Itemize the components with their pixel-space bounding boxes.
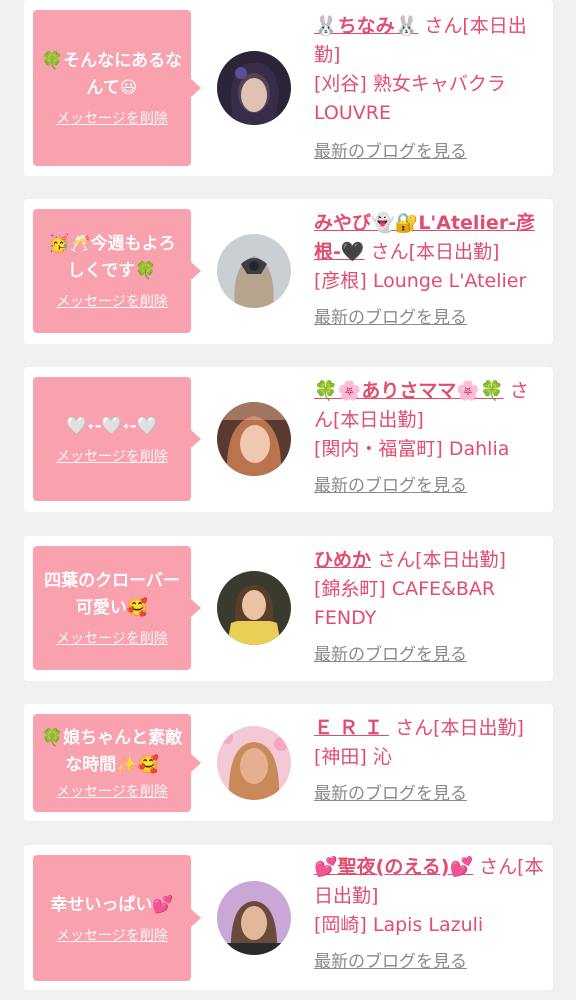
message-list: 🍀そんなにあるな んて😃 メッセージを削除 🐰ちなみ🐰 さん[本日出勤] [刈谷… — [0, 0, 576, 1000]
list-item: 幸せいっぱい💕 メッセージを削除 💕聖夜(のえる)💕 さん[本日出勤] [岡崎]… — [24, 845, 553, 990]
view-blog-link[interactable]: 最新のブログを見る — [314, 948, 544, 977]
message-bubble: 四葉のクローバー 可愛い🥰 メッセージを削除 — [33, 546, 201, 670]
avatar[interactable] — [217, 402, 291, 476]
cast-name-link[interactable]: ひめか — [314, 549, 371, 571]
list-item: 🍀娘ちゃんと素敵 な時間✨🥰 メッセージを削除 ＥＲＩ さん[本日出勤] [神田… — [24, 704, 553, 821]
avatar-image — [217, 881, 291, 955]
delete-message-link[interactable]: メッセージを削除 — [56, 291, 168, 311]
view-blog-link[interactable]: 最新のブログを見る — [314, 780, 544, 809]
view-blog-link[interactable]: 最新のブログを見る — [314, 641, 544, 670]
message-text: 🍀そんなにあるな んて😃 — [41, 51, 183, 98]
cast-info: 🐰ちなみ🐰 さん[本日出勤] [刈谷] 熟女キャバクラLOUVRE 最新のブログ… — [314, 12, 544, 167]
delete-message-link[interactable]: メッセージを削除 — [56, 446, 168, 466]
avatar-image — [217, 51, 291, 125]
cast-info: 🍀🌸ありさママ🌸🍀 さん[本日出勤] [関内・福富町] Dahlia 最新のブロ… — [314, 377, 544, 501]
view-blog-link[interactable]: 最新のブログを見る — [314, 304, 544, 333]
delete-message-link[interactable]: メッセージを削除 — [56, 781, 168, 801]
message-bubble: 🤍˖-🤍˖-🤍 メッセージを削除 — [33, 377, 201, 501]
cast-status: さん[本日出勤] — [377, 549, 506, 571]
delete-message-link[interactable]: メッセージを削除 — [56, 925, 168, 945]
delete-message-link[interactable]: メッセージを削除 — [56, 108, 168, 128]
list-item: 🥳🥂今週もよろ しくです🍀 メッセージを削除 みやび👻🔐L'Atelier-彦根… — [24, 199, 553, 344]
shop-location: [錦糸町] CAFE&BAR FENDY — [314, 578, 496, 629]
shop-location: [彦根] Lounge L'Atelier — [314, 270, 527, 292]
avatar[interactable] — [217, 51, 291, 125]
avatar-image — [217, 234, 291, 308]
message-text: 🍀娘ちゃんと素敵 な時間✨🥰 — [41, 728, 183, 775]
avatar[interactable] — [217, 881, 291, 955]
shop-location: [関内・福富町] Dahlia — [314, 438, 510, 460]
view-blog-link[interactable]: 最新のブログを見る — [314, 138, 544, 167]
cast-status: さん[本日出勤] — [370, 241, 500, 263]
list-item: 🤍˖-🤍˖-🤍 メッセージを削除 🍀🌸ありさママ🌸🍀 さん[本日出勤] [関内・… — [24, 367, 553, 512]
message-bubble: 幸せいっぱい💕 メッセージを削除 — [33, 855, 201, 981]
message-bubble: 🍀そんなにあるな んて😃 メッセージを削除 — [33, 10, 201, 166]
cast-info: 💕聖夜(のえる)💕 さん[本日出勤] [岡崎] Lapis Lazuli 最新の… — [314, 853, 544, 977]
message-text: 🥳🥂今週もよろ しくです🍀 — [48, 234, 176, 281]
shop-location: [刈谷] 熟女キャバクラLOUVRE — [314, 73, 506, 124]
avatar[interactable] — [217, 726, 291, 800]
cast-name-link[interactable]: 💕聖夜(のえる)💕 — [314, 856, 473, 878]
cast-info: ＥＲＩ さん[本日出勤] [神田] 沁 最新のブログを見る — [314, 714, 544, 809]
cast-info: みやび👻🔐L'Atelier-彦根-🖤 さん[本日出勤] [彦根] Lounge… — [314, 209, 544, 333]
view-blog-link[interactable]: 最新のブログを見る — [314, 472, 544, 501]
message-bubble: 🥳🥂今週もよろ しくです🍀 メッセージを削除 — [33, 209, 201, 333]
avatar[interactable] — [217, 234, 291, 308]
cast-info: ひめか さん[本日出勤] [錦糸町] CAFE&BAR FENDY 最新のブログ… — [314, 546, 544, 670]
cast-status: さん[本日出勤] — [395, 717, 524, 739]
shop-location: [神田] 沁 — [314, 746, 392, 768]
avatar-image — [217, 402, 291, 476]
delete-message-link[interactable]: メッセージを削除 — [56, 628, 168, 648]
avatar-image — [217, 726, 291, 800]
message-bubble: 🍀娘ちゃんと素敵 な時間✨🥰 メッセージを削除 — [33, 714, 201, 812]
message-text: 🤍˖-🤍˖-🤍 — [66, 415, 158, 436]
cast-name-link[interactable]: ＥＲＩ — [314, 717, 389, 739]
message-text: 幸せいっぱい💕 — [50, 894, 174, 915]
list-item: 四葉のクローバー 可愛い🥰 メッセージを削除 ひめか さん[本日出勤] [錦糸町… — [24, 536, 553, 681]
cast-name-link[interactable]: 🐰ちなみ🐰 — [314, 15, 418, 37]
message-text: 四葉のクローバー 可愛い🥰 — [44, 571, 180, 618]
shop-location: [岡崎] Lapis Lazuli — [314, 914, 484, 936]
avatar[interactable] — [217, 571, 291, 645]
avatar-image — [217, 571, 291, 645]
cast-name-link[interactable]: 🍀🌸ありさママ🌸🍀 — [314, 380, 504, 402]
list-item: 🍀そんなにあるな んて😃 メッセージを削除 🐰ちなみ🐰 さん[本日出勤] [刈谷… — [24, 0, 553, 176]
